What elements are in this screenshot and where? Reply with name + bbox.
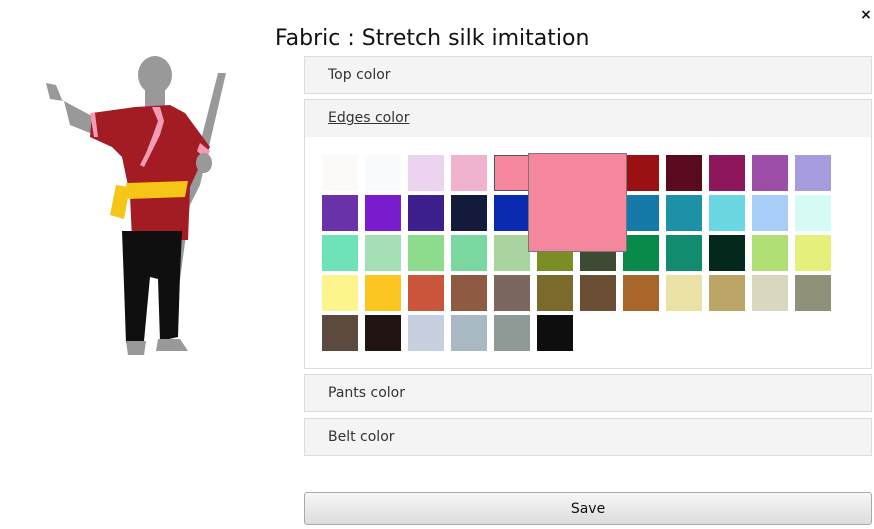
color-swatch[interactable]: [408, 275, 444, 311]
color-swatch[interactable]: [494, 195, 530, 231]
color-swatch[interactable]: [451, 275, 487, 311]
edges-color-section: Edges color: [304, 99, 872, 138]
color-swatch[interactable]: [408, 155, 444, 191]
edges-color-header[interactable]: Edges color: [305, 100, 871, 136]
color-swatch[interactable]: [494, 235, 530, 271]
neck-shape: [145, 90, 165, 107]
color-swatch[interactable]: [709, 275, 745, 311]
save-button[interactable]: Save: [304, 492, 872, 525]
belt-color-section: Belt color: [304, 418, 872, 456]
color-swatch[interactable]: [623, 275, 659, 311]
color-swatch[interactable]: [322, 315, 358, 351]
color-swatch[interactable]: [408, 235, 444, 271]
color-swatch[interactable]: [365, 195, 401, 231]
right-hand-shape: [196, 153, 212, 173]
color-swatch[interactable]: [451, 315, 487, 351]
color-swatch[interactable]: [752, 235, 788, 271]
right-foot-shape: [156, 339, 188, 351]
color-swatch[interactable]: [623, 195, 659, 231]
head-shape: [138, 56, 172, 94]
color-swatch[interactable]: [451, 235, 487, 271]
color-swatch[interactable]: [666, 235, 702, 271]
color-swatch[interactable]: [666, 195, 702, 231]
color-swatch[interactable]: [752, 155, 788, 191]
color-swatch[interactable]: [494, 315, 530, 351]
color-swatch[interactable]: [709, 235, 745, 271]
color-swatch[interactable]: [580, 275, 616, 311]
color-swatch[interactable]: [365, 275, 401, 311]
pants-shape: [122, 231, 182, 343]
color-swatch[interactable]: [322, 275, 358, 311]
selected-color-preview: [528, 153, 627, 252]
page-title: Fabric : Stretch silk imitation: [275, 26, 590, 51]
color-swatch[interactable]: [795, 235, 831, 271]
belt-tail-shape: [110, 185, 130, 219]
pants-color-header[interactable]: Pants color: [305, 375, 871, 411]
color-swatch[interactable]: [408, 195, 444, 231]
color-swatch[interactable]: [752, 195, 788, 231]
color-swatch[interactable]: [365, 235, 401, 271]
color-swatch[interactable]: [493, 154, 531, 192]
color-swatch[interactable]: [795, 275, 831, 311]
color-swatch[interactable]: [623, 235, 659, 271]
color-swatch[interactable]: [494, 275, 530, 311]
pants-color-section: Pants color: [304, 374, 872, 412]
top-color-header[interactable]: Top color: [305, 57, 871, 93]
color-swatch[interactable]: [537, 315, 573, 351]
color-swatch[interactable]: [365, 155, 401, 191]
color-swatch[interactable]: [752, 275, 788, 311]
color-swatch[interactable]: [451, 195, 487, 231]
left-foot-shape: [126, 341, 146, 355]
color-swatch[interactable]: [365, 315, 401, 351]
color-swatch[interactable]: [537, 275, 573, 311]
color-swatch[interactable]: [709, 195, 745, 231]
belt-color-header[interactable]: Belt color: [305, 419, 871, 455]
color-swatch[interactable]: [666, 155, 702, 191]
close-icon[interactable]: ×: [858, 6, 874, 24]
color-swatch[interactable]: [795, 155, 831, 191]
top-color-section: Top color: [304, 56, 872, 94]
color-swatch[interactable]: [795, 195, 831, 231]
color-swatch[interactable]: [451, 155, 487, 191]
color-swatch[interactable]: [666, 275, 702, 311]
costume-preview-figure: [46, 56, 226, 355]
color-swatch[interactable]: [322, 235, 358, 271]
shirt-shape: [90, 105, 210, 240]
color-swatch[interactable]: [322, 195, 358, 231]
color-swatch[interactable]: [408, 315, 444, 351]
color-swatch[interactable]: [322, 155, 358, 191]
color-swatch[interactable]: [623, 155, 659, 191]
belt-shape: [126, 181, 188, 199]
color-swatch[interactable]: [709, 155, 745, 191]
